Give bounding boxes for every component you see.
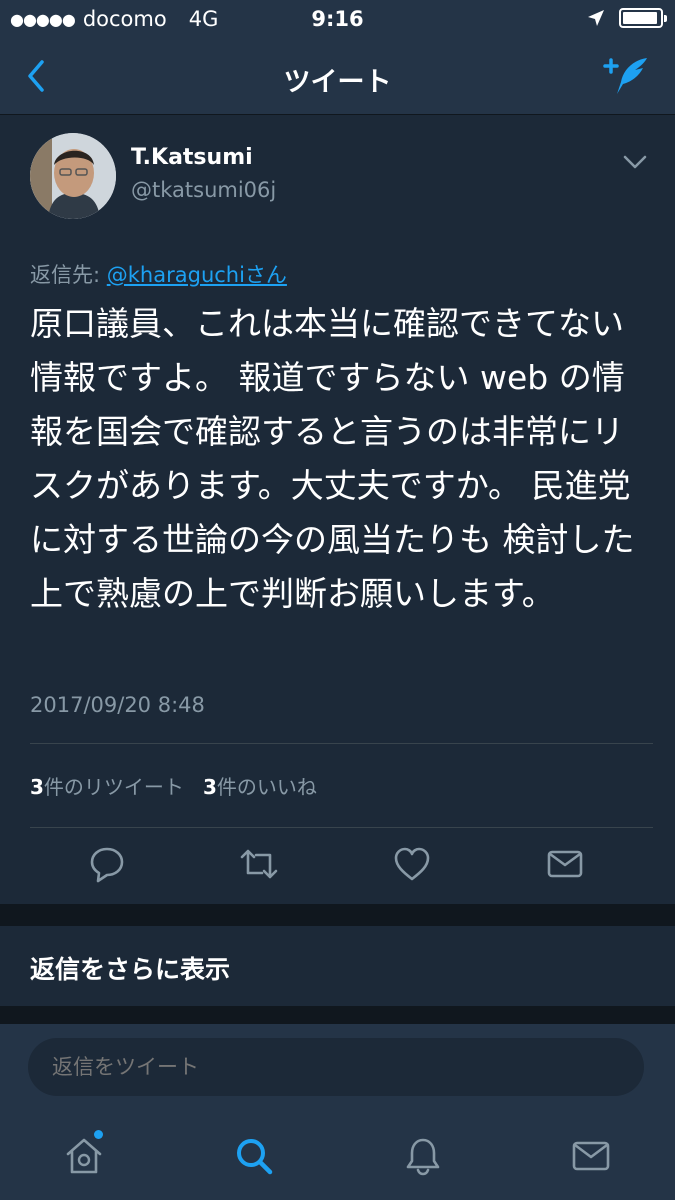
reply-icon[interactable] <box>86 843 128 885</box>
page-title: ツイート <box>283 67 392 98</box>
like-label: 件のいいね <box>216 775 317 799</box>
chevron-down-icon[interactable] <box>623 155 647 169</box>
tweet-actions <box>0 837 675 893</box>
section-separator <box>0 1006 675 1024</box>
mail-icon[interactable] <box>569 1134 613 1178</box>
mail-icon[interactable] <box>544 843 586 885</box>
section-separator <box>0 904 675 926</box>
location-arrow-icon <box>588 10 604 26</box>
clock: 9:16 <box>311 7 364 31</box>
like-count: 3 <box>203 775 217 799</box>
show-more-replies-label: 返信をさらに表示 <box>30 955 231 984</box>
battery-icon <box>619 8 667 28</box>
reply-composer <box>0 1024 675 1116</box>
like-stat[interactable]: 3件のいいね <box>203 775 317 799</box>
avatar[interactable] <box>30 133 116 219</box>
notification-dot <box>94 1130 103 1139</box>
nav-bar: ツイート <box>0 40 675 115</box>
divider <box>30 743 653 744</box>
reply-input[interactable] <box>28 1038 644 1096</box>
profile-photo-icon <box>30 133 116 219</box>
compose-tweet-icon[interactable] <box>603 52 651 100</box>
reply-to-link[interactable]: @kharaguchiさん <box>107 263 287 287</box>
user-handle[interactable]: @tkatsumi06j <box>131 178 276 202</box>
tab-bar <box>0 1116 675 1200</box>
status-icons <box>587 8 667 28</box>
tweet-timestamp: 2017/09/20 8:48 <box>30 693 205 717</box>
search-icon[interactable] <box>232 1134 276 1178</box>
reply-prefix: 返信先: <box>30 263 107 287</box>
heart-icon[interactable] <box>391 843 433 885</box>
home-icon[interactable] <box>62 1134 106 1178</box>
show-more-replies[interactable]: 返信をさらに表示 <box>0 926 675 1007</box>
tweet-text: 原口議員、これは本当に確認できてない情報ですよ。 報道ですらない web の情報… <box>30 304 635 613</box>
retweet-icon[interactable] <box>238 843 280 885</box>
tweet-stats: 3件のリツイート 3件のいいね <box>30 771 317 800</box>
tweet-detail: T.Katsumi @tkatsumi06j 返信先: @kharaguchiさ… <box>0 115 675 905</box>
retweet-stat[interactable]: 3件のリツイート <box>30 775 184 799</box>
retweet-count: 3 <box>30 775 44 799</box>
display-name[interactable]: T.Katsumi <box>131 145 253 170</box>
reply-context: 返信先: @kharaguchiさん <box>30 259 287 289</box>
bell-icon[interactable] <box>401 1134 445 1178</box>
retweet-label: 件のリツイート <box>43 775 184 799</box>
divider <box>30 827 653 828</box>
status-bar: ●●●●● docomo 4G 9:16 <box>0 0 675 40</box>
